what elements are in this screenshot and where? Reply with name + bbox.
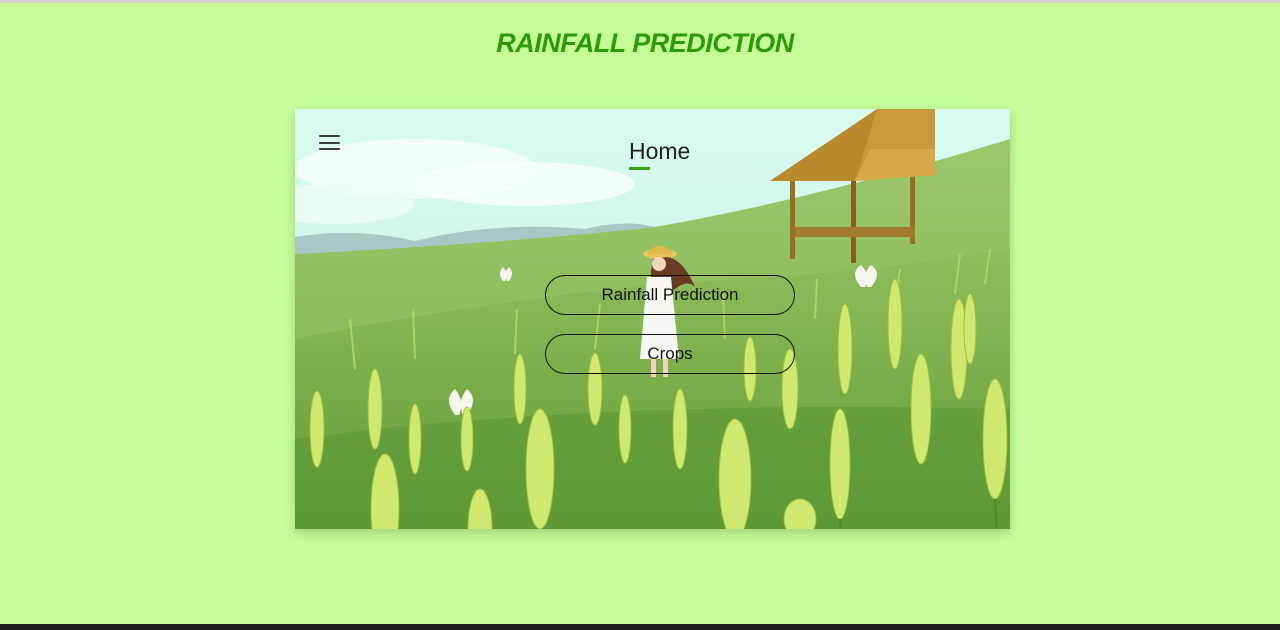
hero-card: Home Rainfall Prediction Crops (295, 109, 1010, 529)
rainfall-prediction-button[interactable]: Rainfall Prediction (545, 275, 795, 315)
hamburger-menu-icon[interactable] (319, 135, 340, 151)
page-title: RAINFALL PREDICTION (496, 28, 794, 58)
crops-button[interactable]: Crops (545, 334, 795, 374)
field-illustration (295, 109, 1010, 529)
nav-active-indicator (629, 167, 650, 170)
taskbar-edge (0, 624, 1280, 630)
browser-top-border (0, 0, 1280, 3)
nav-link-home[interactable]: Home (629, 138, 690, 165)
